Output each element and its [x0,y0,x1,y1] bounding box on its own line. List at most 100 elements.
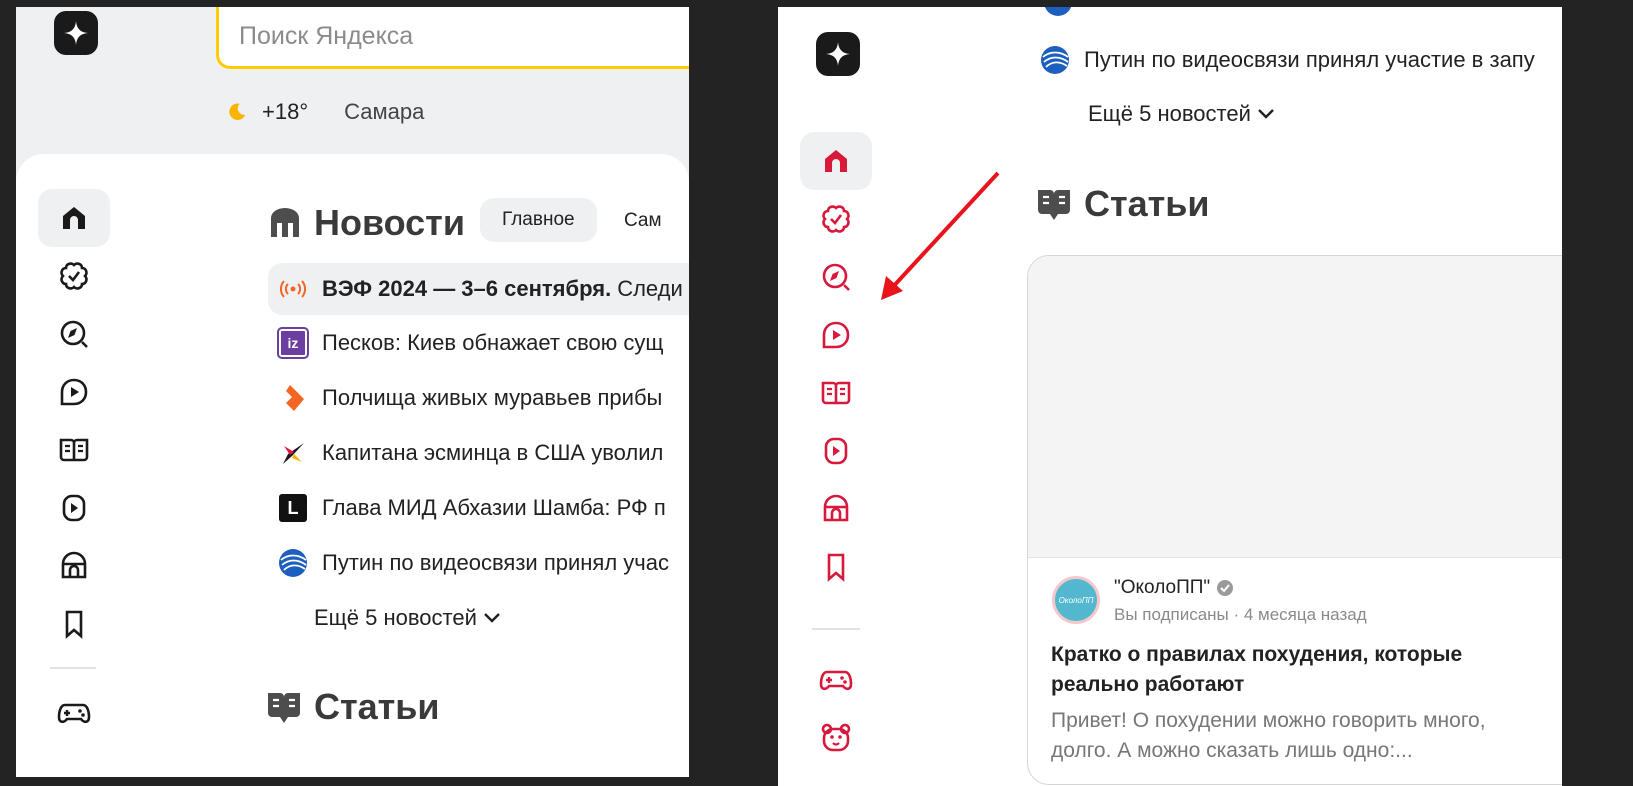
more-news-button[interactable]: Ещё 5 новостей [314,605,501,631]
flower-check-icon [60,262,88,290]
news-item[interactable]: iz Песков: Киев обнажает свою сущ [268,317,689,369]
search-input[interactable] [219,7,689,66]
yandex-logo[interactable] [816,32,860,76]
bookmark-icon [65,610,83,639]
chevron-down-icon [1258,109,1274,119]
bookmark-icon [827,553,845,582]
nav-tasks[interactable] [38,247,110,305]
news-item[interactable]: Путин по видеосвязи принял участие в зап… [1040,34,1562,86]
content-sheet: Новости Главное Сам ВЭФ 2024 — 3–6 сентя… [16,154,689,777]
nav-market[interactable] [38,537,110,595]
article-title[interactable]: Кратко о правилах похудения, которые реа… [1051,640,1551,700]
nav-discover[interactable] [38,305,110,363]
article-card-image [1028,256,1586,558]
more-news-button[interactable]: Ещё 5 новостей [1088,101,1275,127]
more-news-label: Ещё 5 новостей [1088,101,1251,126]
news-logo-icon [271,208,299,237]
nav-bookmarks[interactable] [38,595,110,653]
left-screenshot-panel: +18° Самара [16,7,689,777]
globe-logo-icon [278,548,308,578]
background-strip [1562,7,1633,786]
weather-temperature: +18° [262,99,309,124]
news-item-text: Путин по видеосвязи принял участие в зап… [1084,47,1535,72]
articles-section-title[interactable]: Статьи [1036,183,1210,225]
article-author-name: "ОколоПП" [1114,577,1211,598]
nav-video[interactable] [800,306,872,364]
store-icon [61,551,87,579]
home-icon [825,150,847,172]
nav-bookmarks[interactable] [800,538,872,596]
ren-tv-logo-icon [278,383,308,413]
open-book-icon [821,381,851,405]
izvestia-logo-icon: iz [277,327,309,359]
home-icon [63,207,85,229]
avatar[interactable]: ОколоПП [1052,576,1100,624]
yandex-logo[interactable] [54,11,98,55]
nav-tasks[interactable] [800,190,872,248]
news-item-text: Путин по видеосвязи принял учас [322,550,669,575]
more-news-label: Ещё 5 новостей [314,605,477,630]
nav-divider [812,628,860,630]
nav-articles[interactable] [800,364,872,422]
nav-discover[interactable] [800,248,872,306]
news-item-text: Капитана эсминца в США уволил [322,440,664,465]
nav-divider [50,667,96,669]
play-circle-icon [60,378,88,406]
news-item-bold: ВЭФ 2024 — 3–6 сентября. [322,276,612,301]
articles-section-title[interactable]: Статьи [266,686,440,728]
open-book-icon [59,438,89,462]
news-item-text: Глава МИД Абхазии Шамба: РФ п [322,495,666,520]
nav-market[interactable] [800,480,872,538]
nav-home[interactable] [38,189,110,247]
news-item[interactable]: Капитана эсминца в США уволил [268,427,689,479]
swallow-logo-icon [278,438,308,468]
article-excerpt: Привет! О похудении можно говорить много… [1051,709,1486,762]
news-item[interactable]: L Глава МИД Абхазии Шамба: РФ п [268,482,689,534]
weather-widget[interactable]: +18° Самара [226,99,424,125]
news-item-text: Песков: Киев обнажает свою сущ [322,330,664,355]
lenta-logo-icon: L [278,493,308,523]
news-title-text: Новости [314,202,465,243]
news-item[interactable]: ВЭФ 2024 — 3–6 сентября. Следи [268,263,689,315]
articles-book-icon [268,693,300,723]
sparkle-icon [826,42,850,66]
articles-title-text: Статьи [314,686,440,727]
sparkle-icon [64,21,88,45]
news-item-text: Следи [617,276,683,301]
tv-play-icon [824,437,848,465]
nav-video[interactable] [38,363,110,421]
search-field[interactable] [216,7,689,69]
flower-check-icon [822,205,850,233]
avatar-text: ОколоПП [1058,595,1094,605]
news-item[interactable]: Полчища живых муравьев прибы [268,372,689,424]
globe-logo-icon [1043,7,1073,22]
nav-games[interactable] [800,651,872,709]
weather-city[interactable]: Самара [344,99,424,125]
articles-book-icon [1038,190,1070,220]
izvestia-letters: iz [277,327,309,359]
compass-icon [60,320,88,348]
tv-play-icon [62,494,86,522]
news-tab-main-label: Главное [502,209,575,230]
nav-home[interactable] [800,132,872,190]
globe-logo-icon [1040,45,1070,75]
article-meta: Вы подписаны · 4 месяца назад [1114,605,1367,624]
verified-badge-icon [1217,580,1234,596]
nav-tv[interactable] [38,479,110,537]
nav-games[interactable] [38,684,110,742]
article-author[interactable]: "ОколоПП" [1114,577,1234,599]
news-item[interactable]: Путин по видеосвязи принял учас [268,537,689,589]
chevron-down-icon [484,613,500,623]
news-tab-main[interactable]: Главное [480,198,597,242]
nav-tv[interactable] [800,422,872,480]
article-card[interactable]: ОколоПП "ОколоПП" Вы подписаны · 4 месяц… [1027,255,1587,785]
news-item-text: Полчища живых муравьев прибы [322,385,663,410]
play-circle-icon [822,321,850,349]
articles-title-text: Статьи [1084,183,1210,224]
nav-articles[interactable] [38,421,110,479]
lenta-letter: L [279,494,307,522]
news-tab-samara[interactable]: Сам [624,210,662,232]
gamepad-icon [819,670,853,691]
news-section-title[interactable]: Новости [268,202,465,244]
nav-kids[interactable] [800,709,872,767]
